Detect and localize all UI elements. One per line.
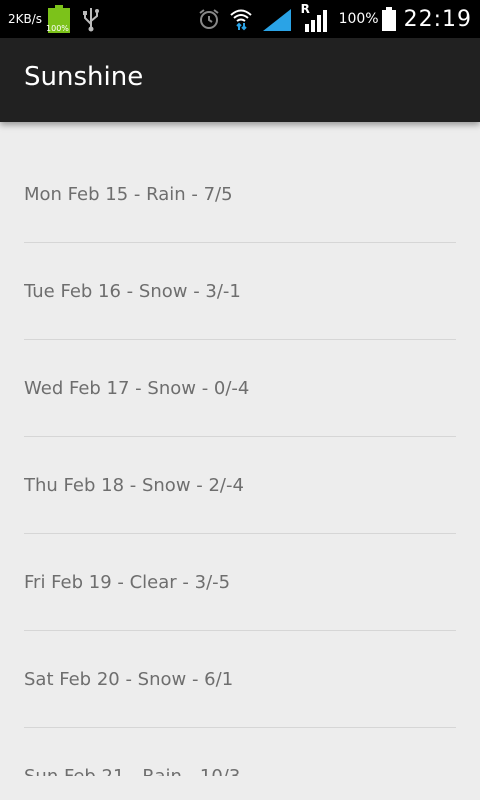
- usb-icon: [83, 8, 100, 32]
- wifi-icon: [229, 9, 252, 31]
- forecast-list-item[interactable]: Thu Feb 18 - Snow - 2/-4: [24, 437, 456, 534]
- clock: 22:19: [403, 6, 472, 32]
- forecast-list-item[interactable]: Tue Feb 16 - Snow - 3/-1: [24, 243, 456, 340]
- battery-icon: [381, 7, 396, 31]
- forecast-text: Mon Feb 15 - Rain - 7/5: [24, 183, 233, 205]
- battery-charging-icon: 100%: [46, 5, 71, 33]
- forecast-list-item[interactable]: Wed Feb 17 - Snow - 0/-4: [24, 340, 456, 437]
- roaming-signal: R: [301, 2, 331, 32]
- forecast-list-item[interactable]: Fri Feb 19 - Clear - 3/-5: [24, 534, 456, 631]
- alarm-icon: [198, 9, 219, 29]
- roaming-indicator: R: [300, 2, 310, 16]
- app-bar: Sunshine: [0, 38, 480, 122]
- app-title: Sunshine: [24, 62, 144, 92]
- forecast-text: Wed Feb 17 - Snow - 0/-4: [24, 377, 250, 399]
- small-battery-percent: 100%: [46, 24, 69, 33]
- forecast-list-item[interactable]: Mon Feb 15 - Rain - 7/5: [24, 146, 456, 243]
- forecast-text: Tue Feb 16 - Snow - 3/-1: [24, 280, 241, 302]
- forecast-text: Sun Feb 21 - Rain - 10/3: [24, 766, 240, 776]
- battery-percent: 100%: [338, 11, 379, 27]
- status-bar: 2KB/s 100% R 100% 22:19: [0, 0, 480, 38]
- forecast-list-item[interactable]: Sat Feb 20 - Snow - 6/1: [24, 631, 456, 728]
- forecast-list[interactable]: Mon Feb 15 - Rain - 7/5 Tue Feb 16 - Sno…: [24, 146, 456, 776]
- forecast-text: Fri Feb 19 - Clear - 3/-5: [24, 571, 231, 593]
- net-speed: 2KB/s: [8, 12, 43, 26]
- forecast-list-item[interactable]: Sun Feb 21 - Rain - 10/3: [24, 728, 456, 776]
- forecast-text: Sat Feb 20 - Snow - 6/1: [24, 668, 234, 690]
- signal-strength-icon: [262, 9, 291, 31]
- forecast-text: Thu Feb 18 - Snow - 2/-4: [24, 474, 244, 496]
